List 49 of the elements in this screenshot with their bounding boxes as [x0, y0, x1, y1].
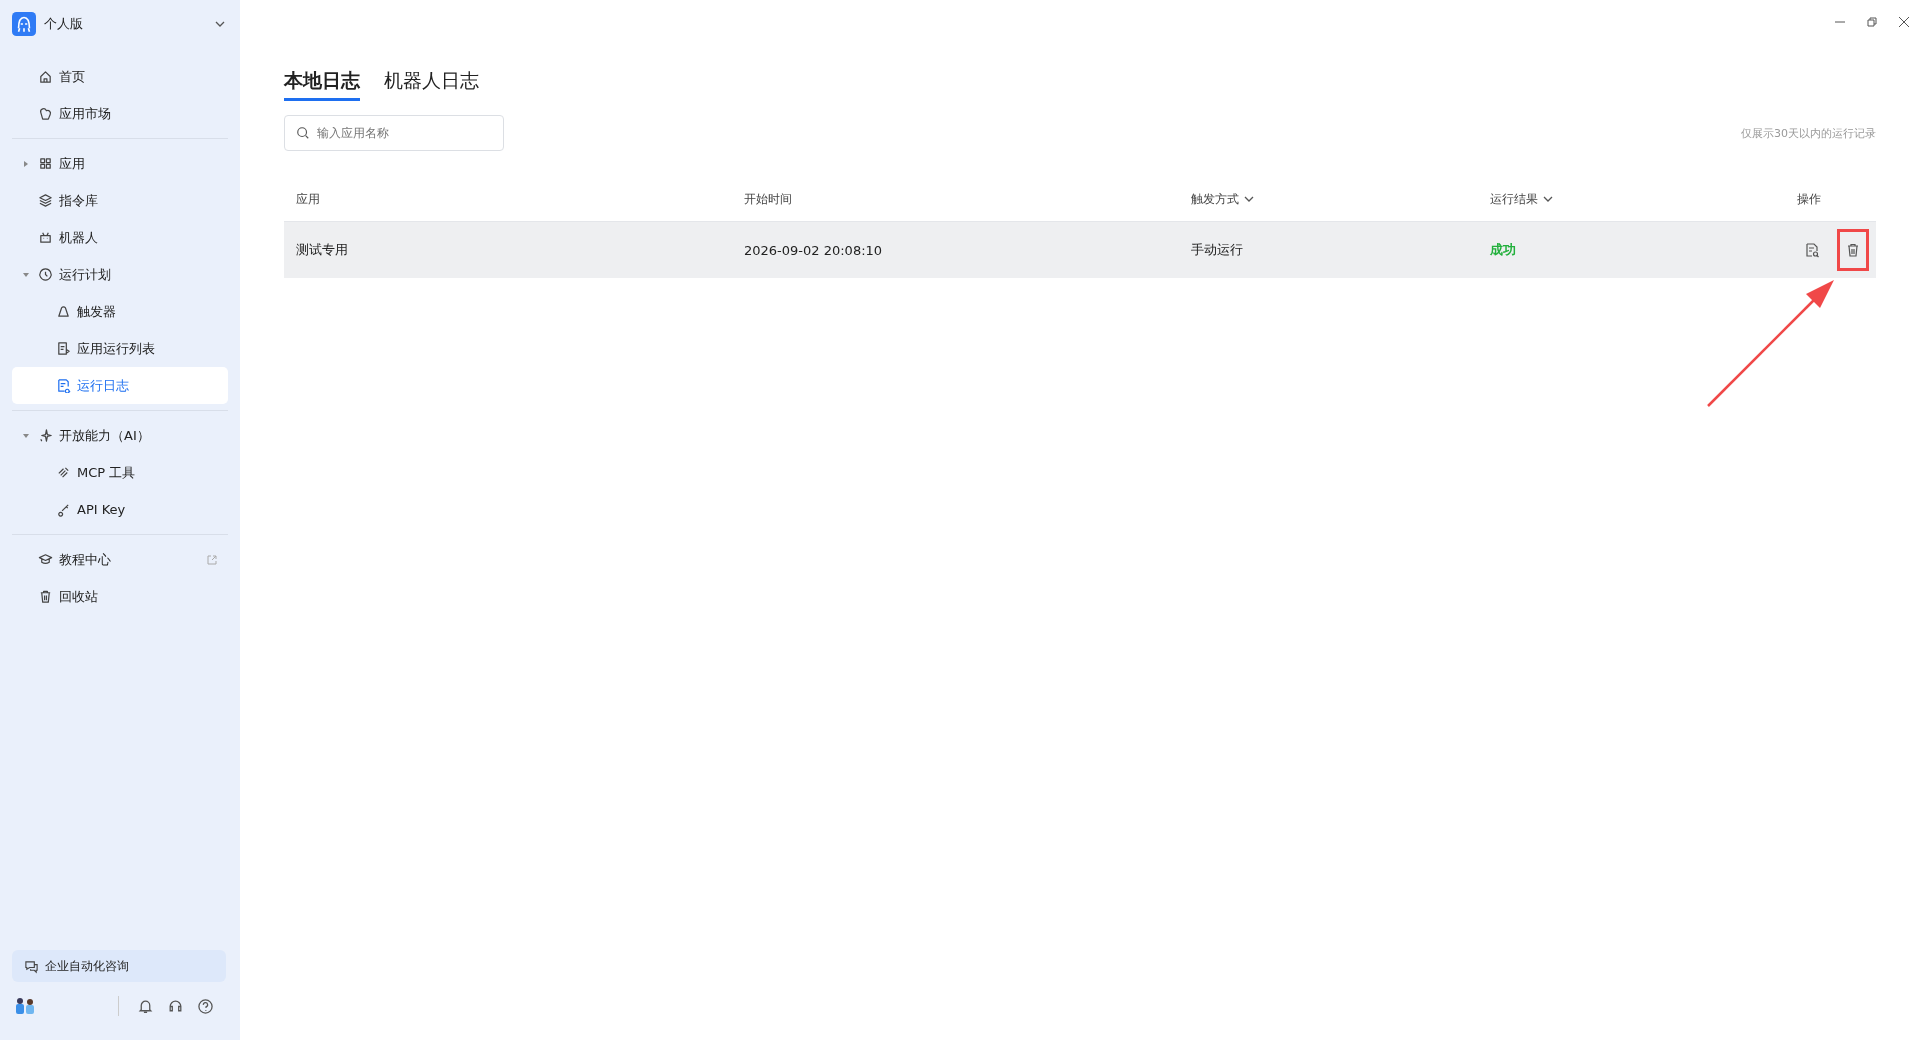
sidebar-item[interactable]: 应用运行列表	[12, 330, 228, 367]
column-header[interactable]: 触发方式	[1191, 190, 1255, 208]
chat-icon	[24, 958, 39, 974]
robot-icon	[38, 230, 53, 245]
sidebar-item[interactable]: 开放能力（AI）	[12, 417, 228, 454]
sidebar-item[interactable]: 教程中心	[12, 541, 228, 578]
layers-icon	[38, 193, 53, 208]
document-search-icon[interactable]	[1804, 242, 1820, 258]
table-cell: 手动运行	[1191, 241, 1243, 259]
column-header: 开始时间	[744, 190, 792, 208]
column-header: 应用	[296, 190, 320, 208]
close-icon[interactable]	[1898, 16, 1910, 28]
sidebar-item[interactable]: 触发器	[12, 293, 228, 330]
retention-note: 仅展示30天以内的运行记录	[1741, 125, 1876, 141]
sidebar-item[interactable]: 首页	[12, 58, 228, 95]
grid-icon	[38, 156, 53, 171]
sidebar-item[interactable]: API Key	[12, 491, 228, 528]
sidebar-item[interactable]: MCP 工具	[12, 454, 228, 491]
column-header: 操作	[1797, 190, 1821, 208]
cap-icon	[38, 552, 53, 567]
sparkle-icon	[38, 428, 53, 443]
status-text: 成功	[1490, 241, 1516, 259]
sidebar-item[interactable]: 运行计划	[12, 256, 228, 293]
clock-icon	[38, 267, 53, 282]
sidebar-item[interactable]: 机器人	[12, 219, 228, 256]
restore-icon[interactable]	[1866, 16, 1878, 28]
app-logo-icon	[12, 12, 36, 36]
table-cell: 2026-09-02 20:08:10	[744, 242, 883, 258]
caret-right-icon[interactable]	[22, 159, 30, 168]
tab[interactable]: 机器人日志	[384, 68, 479, 101]
home-icon	[38, 69, 53, 84]
column-header[interactable]: 运行结果	[1490, 190, 1554, 208]
sidebar-item[interactable]: 指令库	[12, 182, 228, 219]
caret-down-icon[interactable]	[22, 431, 30, 440]
search-field[interactable]: 输入应用名称	[284, 115, 504, 151]
table-cell: 测试专用	[296, 241, 348, 259]
sidebar-item[interactable]: 运行日志	[12, 367, 228, 404]
workspace-name: 个人版	[44, 15, 84, 33]
caret-down-icon[interactable]	[22, 270, 30, 279]
help-icon[interactable]	[197, 997, 214, 1015]
sidebar-item[interactable]: 应用	[12, 145, 228, 182]
tab[interactable]: 本地日志	[284, 68, 360, 101]
sidebar-item[interactable]: 应用市场	[12, 95, 228, 132]
trash-icon[interactable]	[1845, 242, 1861, 258]
sidebar-item[interactable]: 回收站	[12, 578, 228, 615]
key-icon	[56, 502, 71, 517]
external-link-icon	[206, 553, 218, 566]
trash-icon	[38, 589, 53, 604]
consult-button[interactable]: 企业自动化咨询	[12, 950, 226, 982]
